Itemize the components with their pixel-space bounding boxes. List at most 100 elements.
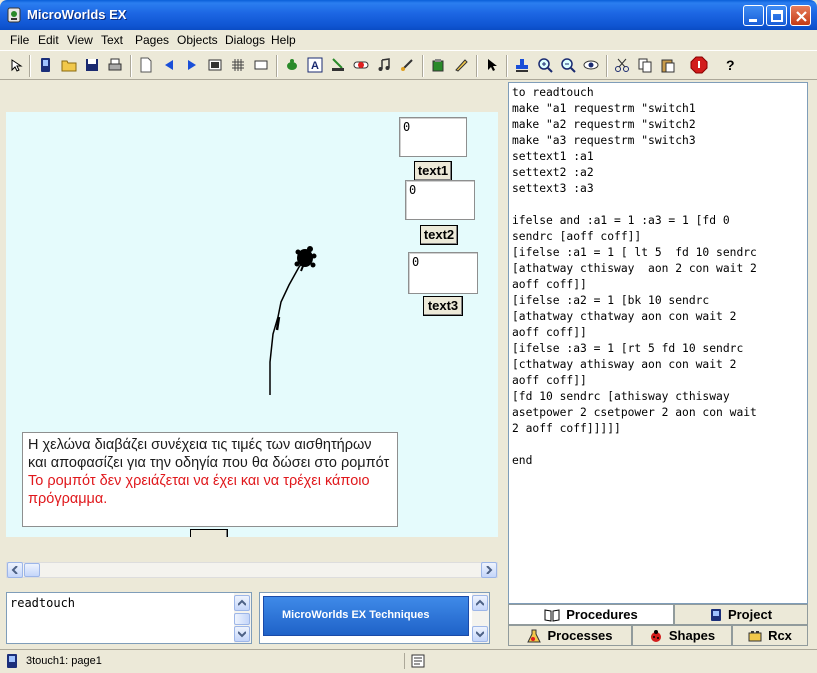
workspace: 0 text1 0 text2 0 text3 Η χελώνα διαβάζε… (6, 82, 498, 562)
menu-pages[interactable]: Pages (135, 33, 169, 47)
maximize-icon (771, 10, 783, 22)
new-slider-icon[interactable] (351, 55, 371, 75)
hatch-icon[interactable] (428, 55, 448, 75)
stop-icon[interactable] (689, 55, 709, 75)
scroll-thumb[interactable] (24, 563, 40, 577)
scroll-down-button[interactable] (472, 626, 488, 642)
toolbar: A ? (0, 50, 817, 80)
new-button-icon[interactable] (328, 55, 348, 75)
eye-icon[interactable] (581, 55, 601, 75)
chevron-left-icon (11, 566, 18, 574)
close-button[interactable] (790, 5, 811, 26)
note-text-box[interactable]: Η χελώνα διαβάζει συνέχεια τις τιμές των… (22, 432, 398, 527)
maximize-button[interactable] (766, 5, 787, 26)
pick-pointer-icon[interactable] (482, 55, 502, 75)
tab-rcx[interactable]: Rcx (732, 625, 808, 646)
scroll-right-button[interactable] (481, 562, 497, 578)
title-bar: MicroWorlds EX (0, 0, 817, 30)
window-title: MicroWorlds EX (27, 7, 127, 22)
menu-text[interactable]: Text (101, 33, 123, 47)
techniques-button[interactable]: MicroWorlds EX Techniques (263, 596, 469, 636)
scroll-thumb[interactable] (234, 613, 250, 625)
scroll-up-button[interactable] (234, 595, 250, 611)
turtle-icon[interactable] (294, 246, 317, 272)
paste-icon[interactable] (658, 55, 678, 75)
chevron-down-icon (476, 631, 484, 638)
chevron-down-icon (238, 631, 246, 638)
page-canvas[interactable]: 0 text1 0 text2 0 text3 Η χελώνα διαβάζε… (6, 112, 498, 537)
toolbar-separator (130, 55, 132, 77)
toolbar-separator (276, 55, 278, 77)
menu-file[interactable]: File (10, 33, 29, 47)
minimize-button[interactable] (743, 5, 764, 26)
print-icon[interactable] (105, 55, 125, 75)
tab-processes[interactable]: Processes (508, 625, 632, 646)
project-icon[interactable] (35, 55, 55, 75)
book-icon (544, 608, 560, 622)
status-notes-button[interactable] (404, 653, 428, 669)
techniques-scrollbar[interactable] (472, 593, 489, 643)
next-page-icon[interactable] (182, 55, 202, 75)
rcx-brick-icon (748, 630, 762, 641)
scroll-down-button[interactable] (234, 626, 250, 642)
zoom-in-icon[interactable] (535, 55, 555, 75)
page-horizontal-scrollbar[interactable] (6, 562, 498, 578)
minimize-icon (749, 19, 757, 22)
open-folder-icon[interactable] (59, 55, 79, 75)
tab-shapes-label: Shapes (668, 628, 716, 643)
text4-label[interactable] (190, 529, 228, 537)
status-bar: 3touch1: page1 (0, 649, 817, 671)
procedures-code[interactable]: to readtouch make "a1 requestrm "switch1… (509, 83, 807, 469)
new-music-icon[interactable] (374, 55, 394, 75)
status-text: 3touch1: page1 (26, 655, 102, 667)
tab-procedures[interactable]: Procedures (508, 604, 674, 625)
presentation-icon[interactable] (205, 55, 225, 75)
menu-edit[interactable]: Edit (38, 33, 59, 47)
microworlds-app-icon (7, 7, 21, 23)
toolbar-separator (606, 55, 608, 77)
note-red-text: Το ρομπότ δεν χρειάζεται να έχει και να … (28, 473, 370, 507)
toolbar-separator (476, 55, 478, 77)
paint-icon[interactable] (451, 55, 471, 75)
chevron-up-icon (476, 599, 484, 606)
command-center-text[interactable]: readtouch (10, 596, 75, 610)
chevron-right-icon (486, 566, 493, 574)
cut-icon[interactable] (612, 55, 632, 75)
menu-objects[interactable]: Objects (177, 33, 218, 47)
prev-page-icon[interactable] (159, 55, 179, 75)
menu-bar: File Edit View Text Pages Objects Dialog… (0, 30, 817, 49)
command-center-scrollbar[interactable] (234, 593, 251, 643)
copy-icon[interactable] (635, 55, 655, 75)
scroll-left-button[interactable] (7, 562, 23, 578)
zoom-out-icon[interactable] (558, 55, 578, 75)
menu-dialogs[interactable]: Dialogs (225, 33, 265, 47)
toolbar-separator (422, 55, 424, 77)
tab-rcx-label: Rcx (768, 628, 792, 643)
project-icon (710, 608, 721, 621)
note-black-text: Η χελώνα διαβάζει συνέχεια τις τιμές των… (28, 437, 390, 471)
command-center[interactable]: readtouch (6, 592, 252, 644)
menu-view[interactable]: View (67, 33, 93, 47)
help-icon[interactable]: ? (720, 55, 740, 75)
new-video-icon[interactable] (397, 55, 417, 75)
fullscreen-icon[interactable] (251, 55, 271, 75)
pointer-select-icon[interactable] (6, 55, 26, 75)
techniques-panel: MicroWorlds EX Techniques (259, 592, 490, 644)
new-page-icon[interactable] (136, 55, 156, 75)
new-turtle-icon[interactable] (282, 55, 302, 75)
grid-icon[interactable] (228, 55, 248, 75)
toolbar-separator (29, 55, 31, 77)
tab-shapes[interactable]: Shapes (632, 625, 732, 646)
notes-icon (411, 654, 425, 668)
tab-processes-label: Processes (547, 628, 613, 643)
toolbar-separator (506, 55, 508, 77)
scroll-up-button[interactable] (472, 595, 488, 611)
procedures-editor[interactable]: to readtouch make "a1 requestrm "switch1… (508, 82, 808, 604)
svg-text:A: A (311, 60, 319, 72)
menu-help[interactable]: Help (271, 33, 296, 47)
stamp-icon[interactable] (512, 55, 532, 75)
tab-project[interactable]: Project (674, 604, 808, 625)
svg-text:?: ? (726, 57, 735, 73)
new-text-icon[interactable]: A (305, 55, 325, 75)
save-disk-icon[interactable] (82, 55, 102, 75)
